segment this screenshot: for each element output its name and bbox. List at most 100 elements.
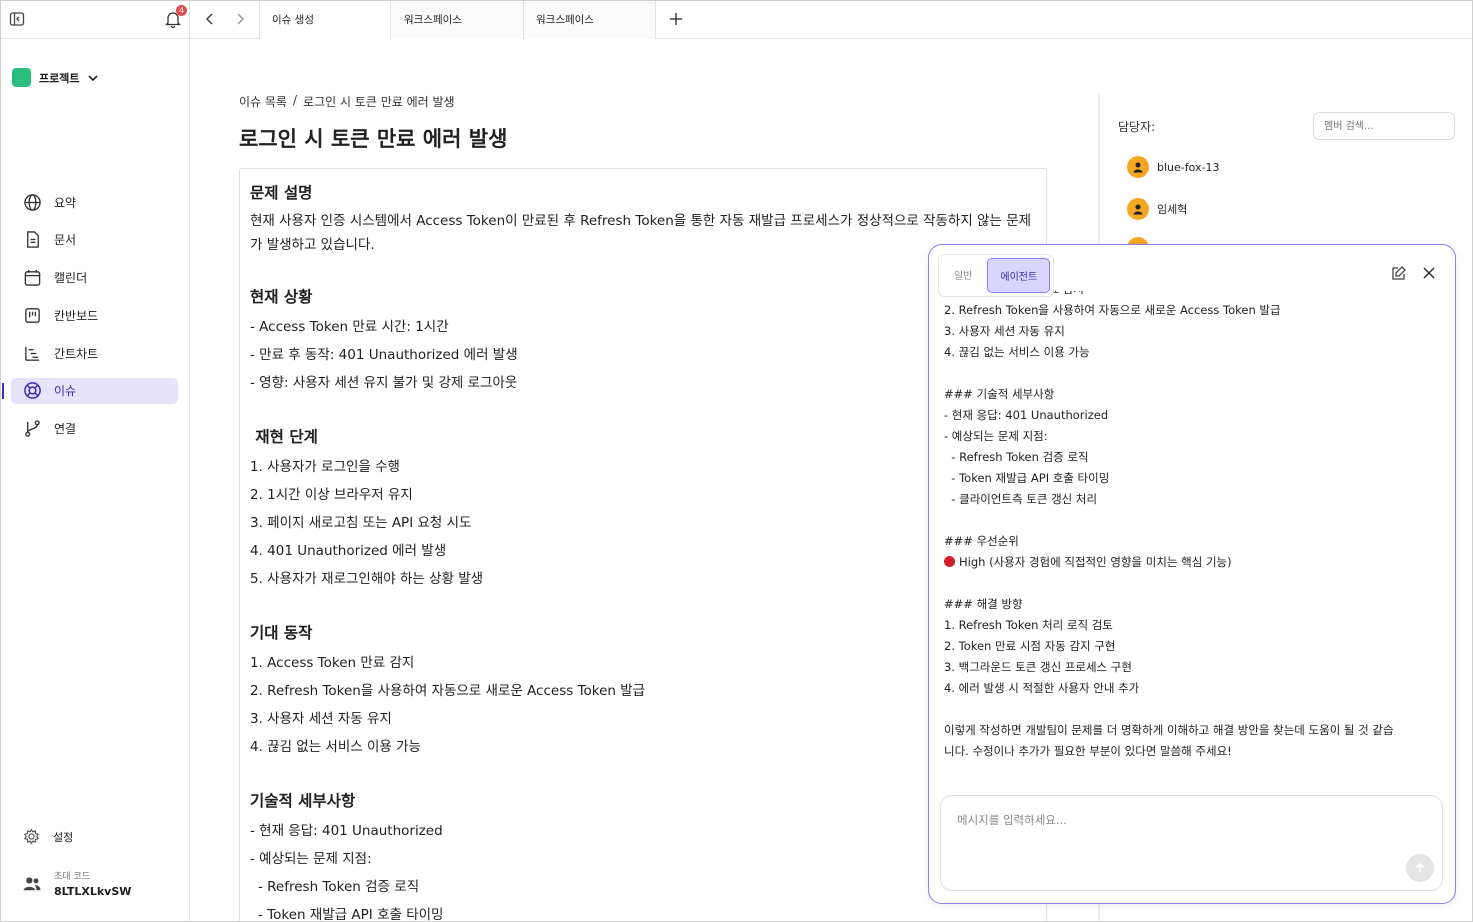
tab-bar: 이슈 생성 워크스페이스 워크스페이스	[190, 1, 1472, 39]
section-heading-status: 현재 상황	[250, 288, 313, 306]
member-item[interactable]: 임세혁	[1127, 198, 1187, 220]
page-title: 로그인 시 토큰 만료 에러 발생	[239, 127, 508, 151]
status-line: - Access Token 만료 시간: 1시간	[250, 319, 449, 335]
priority-text: High (사용자 경험에 직접적인 영향을 미치는 핵심 기능)	[959, 555, 1232, 569]
invite-code-section: 초대 코드 8LTLXLkvSW	[23, 869, 131, 898]
tab-create-issue[interactable]: 이슈 생성	[259, 1, 391, 39]
avatar	[1127, 198, 1149, 220]
calendar-icon	[24, 269, 41, 286]
chat-mode-tabs: 일반 에이전트	[938, 254, 1055, 297]
member-search-input[interactable]	[1313, 112, 1455, 140]
chat-line: - 예상되는 문제 지점:	[944, 429, 1048, 443]
status-line: - 영향: 사용자 세션 유지 불가 및 강제 로그아웃	[250, 375, 518, 391]
chat-line: 3. 백그라운드 토큰 갱신 프로세스 구현	[944, 660, 1132, 674]
add-tab-icon[interactable]	[668, 11, 684, 27]
tab-agent[interactable]: 에이전트	[987, 258, 1051, 293]
sidebar-header: 4	[1, 1, 189, 39]
tab-workspace-1[interactable]: 워크스페이스	[392, 1, 524, 39]
sidebar-item-label: 요약	[54, 195, 77, 210]
red-circle-icon	[944, 556, 955, 567]
sidebar-item-label: 간트차트	[54, 346, 99, 361]
sidebar-item-label: 이슈	[54, 384, 77, 399]
sidebar-item-label: 문서	[54, 233, 77, 248]
tech-line: - 예상되는 문제 지점:	[250, 851, 372, 867]
repro-line: 2. 1시간 이상 브라우저 유지	[250, 487, 413, 503]
member-name: blue-fox-13	[1157, 160, 1220, 174]
ai-chat-panel: 일반 에이전트 1. Access Token 만료 감지 2. Refresh…	[928, 244, 1456, 904]
sidebar-item-label: 칸반보드	[54, 308, 99, 323]
close-icon[interactable]	[1421, 265, 1437, 281]
chat-line: ### 우선순위	[944, 534, 1019, 548]
chat-message-input[interactable]: 메시지를 입력하세요...	[940, 795, 1443, 891]
expected-line: 4. 끊김 없는 서비스 이용 가능	[250, 739, 421, 755]
sidebar-item-connect[interactable]: 연결	[11, 416, 178, 442]
project-selector[interactable]: 프로젝트	[12, 68, 99, 87]
chat-line: ### 해결 방향	[944, 597, 1023, 611]
chat-line: 2. Refresh Token을 사용하여 자동으로 새로운 Access T…	[944, 303, 1281, 317]
document-icon	[27, 231, 39, 249]
expected-line: 1. Access Token 만료 감지	[250, 655, 415, 671]
status-line: - 만료 후 동작: 401 Unauthorized 에러 발생	[250, 347, 518, 363]
sidebar-nav: 요약 문서 캘린더 칸반보드 간트차트 이슈 연결	[2, 189, 178, 454]
chat-line: - Token 재발급 API 호출 타이밍	[944, 471, 1110, 485]
section-heading-tech: 기술적 세부사항	[250, 792, 356, 810]
gear-icon	[23, 828, 40, 845]
chat-line: 2. Token 만료 시점 자동 감지 구현	[944, 639, 1116, 653]
chat-line: 4. 끊김 없는 서비스 이용 가능	[944, 345, 1090, 359]
chat-line: - 현재 응답: 401 Unauthorized	[944, 408, 1109, 422]
sidebar-item-kanban[interactable]: 칸반보드	[11, 302, 178, 328]
settings-button[interactable]: 설정	[23, 828, 73, 845]
repro-line: 4. 401 Unauthorized 에러 발생	[250, 543, 447, 559]
sidebar-toggle-icon[interactable]	[9, 11, 25, 27]
breadcrumb-issue-list[interactable]: 이슈 목록	[239, 93, 287, 110]
sidebar-item-summary[interactable]: 요약	[11, 189, 178, 215]
sidebar: 4 프로젝트 요약 문서 캘린더 칸반보드 간트차트 이슈 연결 설정 초대 코…	[1, 1, 190, 921]
sidebar-item-gantt[interactable]: 간트차트	[11, 340, 178, 366]
section-heading-repro: 재현 단계	[250, 428, 318, 446]
breadcrumb-current: 로그인 시 토큰 만료 에러 발생	[303, 95, 455, 109]
send-button[interactable]	[1406, 854, 1434, 882]
project-color-icon	[12, 68, 31, 87]
problem-text: 현재 사용자 인증 시스템에서 Access Token이 만료된 후 Refr…	[250, 213, 1032, 253]
globe-icon	[24, 193, 41, 211]
chat-line: - 클라이언트측 토큰 갱신 처리	[944, 492, 1098, 506]
issue-document-editor[interactable]: 문제 설명 현재 사용자 인증 시스템에서 Access Token이 만료된 …	[239, 168, 1047, 921]
assignee-label: 담당자:	[1118, 120, 1156, 134]
tech-line: - 현재 응답: 401 Unauthorized	[250, 823, 443, 839]
tab-workspace-2[interactable]: 워크스페이스	[524, 1, 656, 39]
chat-line: ### 기술적 세부사항	[944, 387, 1055, 401]
invite-code-value[interactable]: 8LTLXLkvSW	[54, 885, 131, 898]
edit-icon[interactable]	[1391, 265, 1407, 281]
project-name: 프로젝트	[39, 71, 80, 85]
user-icon	[1133, 204, 1143, 215]
expected-line: 3. 사용자 세션 자동 유지	[250, 711, 392, 727]
sidebar-item-docs[interactable]: 문서	[11, 227, 178, 253]
sidebar-item-calendar[interactable]: 캘린더	[11, 265, 178, 291]
chat-line: 3. 사용자 세션 자동 유지	[944, 324, 1065, 338]
chat-line: 4. 에러 발생 시 적절한 사용자 안내 추가	[944, 681, 1140, 695]
back-arrow-icon[interactable]	[202, 11, 218, 27]
member-name: 임세혁	[1157, 203, 1188, 216]
chat-message-area[interactable]: 1. Access Token 만료 감지 2. Refresh Token을 …	[944, 291, 1394, 781]
sidebar-item-label: 캘린더	[54, 271, 88, 286]
member-item[interactable]: blue-fox-13	[1127, 156, 1220, 178]
repro-line: 5. 사용자가 재로그인해야 하는 상황 발생	[250, 571, 484, 587]
branch-icon	[25, 420, 40, 438]
kanban-icon	[25, 308, 40, 323]
breadcrumb-separator: /	[292, 93, 298, 107]
forward-arrow-icon[interactable]	[232, 11, 248, 27]
gantt-icon	[25, 346, 40, 361]
sidebar-item-issues[interactable]: 이슈	[2, 377, 178, 404]
expected-line: 2. Refresh Token을 사용하여 자동으로 새로운 Access T…	[250, 683, 646, 699]
user-icon	[1133, 162, 1143, 173]
chat-line: 1. Refresh Token 처리 로직 검토	[944, 618, 1113, 632]
repro-line: 3. 페이지 새로고침 또는 API 요청 시도	[250, 515, 472, 531]
sidebar-item-label: 연결	[54, 422, 77, 437]
breadcrumb: 이슈 목록 / 로그인 시 토큰 만료 에러 발생	[239, 93, 455, 110]
tech-line: - Refresh Token 검증 로직	[258, 879, 420, 895]
users-icon	[23, 876, 41, 890]
notification-badge: 4	[176, 5, 187, 16]
arrow-up-icon	[1415, 862, 1425, 872]
tab-general[interactable]: 일반	[942, 258, 984, 293]
chat-closing: 이렇게 작성하면 개발팀이 문제를 더 명확하게 이해하고 해결 방안을 찾는데…	[944, 723, 1394, 758]
